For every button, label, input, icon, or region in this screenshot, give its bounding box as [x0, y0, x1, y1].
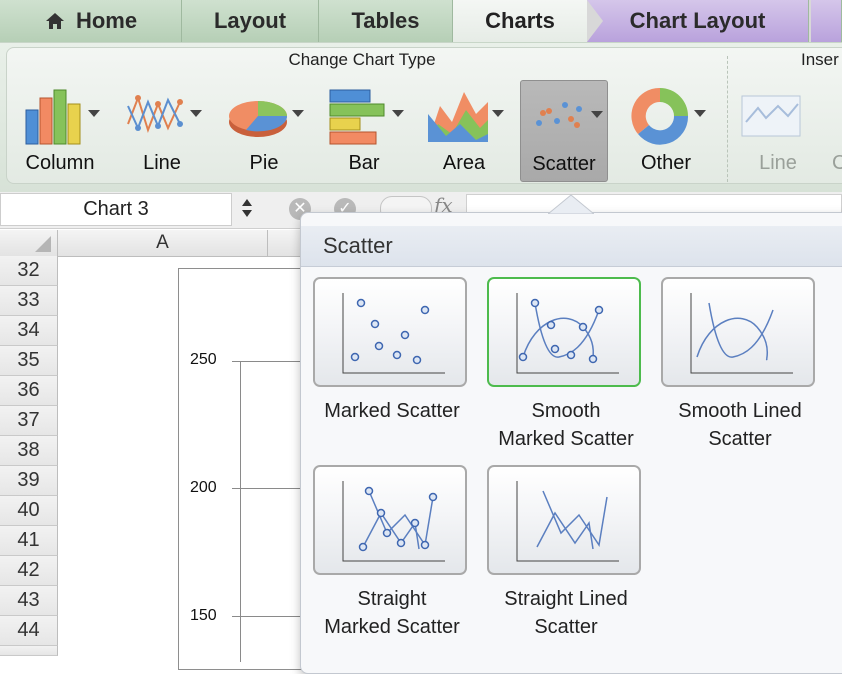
- chevron-down-icon: [492, 110, 504, 117]
- row-header[interactable]: 40: [0, 496, 58, 526]
- smooth-marked-scatter-icon: [516, 293, 619, 374]
- row-header[interactable]: 35: [0, 346, 58, 376]
- gridline-150: [232, 616, 302, 617]
- sparkline-icon: [741, 95, 801, 137]
- y-tick-label: 150: [190, 607, 217, 624]
- scatter-chart-button[interactable]: Scatter: [520, 80, 608, 182]
- other-chart-label: Other: [640, 152, 692, 174]
- tab-tables[interactable]: Tables: [319, 0, 453, 42]
- column-chart-icon: [25, 89, 81, 145]
- name-box-stepper[interactable]: [240, 196, 254, 222]
- tab-charts-label: Charts: [485, 8, 555, 33]
- change-chart-type-title: Change Chart Type: [288, 50, 436, 69]
- area-chart-button[interactable]: Area: [420, 80, 508, 182]
- smooth-lined-scatter-label-2: Scatter: [708, 428, 772, 450]
- marked-scatter-label: Marked Scatter: [324, 400, 460, 422]
- area-chart-label: Area: [442, 152, 486, 174]
- area-chart-icon: [428, 92, 488, 142]
- chevron-down-icon: [694, 110, 706, 117]
- chevron-down-icon: [190, 110, 202, 117]
- straight-lined-scatter-label-1: Straight Lined: [504, 588, 628, 610]
- group-divider: [727, 56, 729, 182]
- sparkline-line-label: Line: [759, 152, 797, 174]
- straight-marked-scatter-label-1: Straight: [357, 588, 427, 610]
- y-tick-label: 250: [190, 351, 217, 368]
- y-tick-label: 200: [190, 479, 217, 496]
- pie-chart-button[interactable]: Pie: [220, 80, 308, 182]
- row-header[interactable]: 39: [0, 466, 58, 496]
- select-all-corner[interactable]: [0, 230, 58, 256]
- straight-marked-scatter-label-2: Marked Scatter: [324, 616, 460, 638]
- tab-home-label: Home: [75, 8, 138, 33]
- row-header[interactable]: 33: [0, 286, 58, 316]
- tab-layout[interactable]: Layout: [182, 0, 319, 42]
- bar-chart-icon: [329, 89, 385, 145]
- scatter-chart-label: Scatter: [532, 153, 596, 175]
- column-chart-button[interactable]: Column: [16, 80, 104, 182]
- line-chart-button[interactable]: Line: [118, 80, 206, 182]
- tab-chart-layout-label: Chart Layout: [629, 8, 766, 33]
- tab-chart-layout[interactable]: Chart Layout: [587, 0, 809, 42]
- popup-title: Scatter: [323, 233, 393, 258]
- row-header[interactable]: 36: [0, 376, 58, 406]
- smooth-marked-scatter-option[interactable]: [487, 277, 641, 387]
- ribbon-tab-bar: Home Layout Tables Charts Chart Layout: [0, 0, 842, 43]
- smooth-marked-scatter-label-2: Marked Scatter: [498, 428, 634, 450]
- pie-chart-label: Pie: [249, 152, 279, 174]
- name-box[interactable]: Chart 3: [0, 193, 232, 226]
- row-header[interactable]: 41: [0, 526, 58, 556]
- other-chart-button[interactable]: Other: [622, 80, 710, 182]
- column-header-a[interactable]: A: [58, 230, 268, 256]
- smooth-lined-scatter-option[interactable]: [661, 277, 815, 387]
- tab-charts[interactable]: Charts: [453, 0, 587, 42]
- insert-sparklines-title: Inser: [801, 50, 839, 69]
- tab-next-partial[interactable]: [811, 0, 842, 42]
- smooth-lined-scatter-label-1: Smooth Lined: [678, 400, 802, 422]
- chevron-down-icon: [392, 110, 404, 117]
- straight-lined-scatter-label-2: Scatter: [534, 616, 598, 638]
- pie-chart-icon: [229, 101, 288, 137]
- popup-pointer: [548, 194, 594, 214]
- row-header[interactable]: 44: [0, 616, 58, 646]
- y-axis-line: [240, 362, 241, 662]
- row-header[interactable]: 43: [0, 586, 58, 616]
- straight-marked-scatter-option[interactable]: [313, 465, 467, 575]
- chevron-down-icon: [591, 111, 603, 118]
- bar-chart-button[interactable]: Bar: [320, 80, 408, 182]
- row-header[interactable]: 37: [0, 406, 58, 436]
- marked-scatter-icon: [342, 293, 445, 374]
- gridline-200: [232, 488, 302, 489]
- tab-tables-label: Tables: [351, 8, 420, 33]
- next-ribbon-button-partial: C: [832, 152, 842, 174]
- smooth-lined-scatter-icon: [690, 293, 793, 374]
- doughnut-chart-icon: [631, 87, 689, 145]
- gridline-250: [232, 361, 302, 362]
- chevron-down-icon: [292, 110, 304, 117]
- row-header[interactable]: 32: [0, 256, 58, 286]
- tab-home[interactable]: Home: [0, 0, 182, 42]
- marked-scatter-option[interactable]: [313, 277, 467, 387]
- row-header[interactable]: 42: [0, 556, 58, 586]
- line-chart-icon: [127, 94, 183, 134]
- row-header-partial: [0, 646, 58, 656]
- row-header[interactable]: 34: [0, 316, 58, 346]
- straight-lined-scatter-option[interactable]: [487, 465, 641, 575]
- bar-chart-label: Bar: [348, 152, 380, 174]
- straight-marked-scatter-icon: [342, 481, 445, 562]
- chevron-down-icon: [88, 110, 100, 117]
- tab-layout-label: Layout: [213, 8, 287, 33]
- home-icon: [45, 13, 64, 29]
- sparkline-line-button[interactable]: Line: [734, 80, 822, 182]
- straight-lined-scatter-icon: [516, 481, 619, 562]
- smooth-marked-scatter-label-1: Smooth: [531, 400, 601, 422]
- column-chart-label: Column: [25, 152, 95, 174]
- line-chart-label: Line: [143, 152, 181, 174]
- row-header[interactable]: 38: [0, 436, 58, 466]
- scatter-chart-icon: [536, 102, 582, 128]
